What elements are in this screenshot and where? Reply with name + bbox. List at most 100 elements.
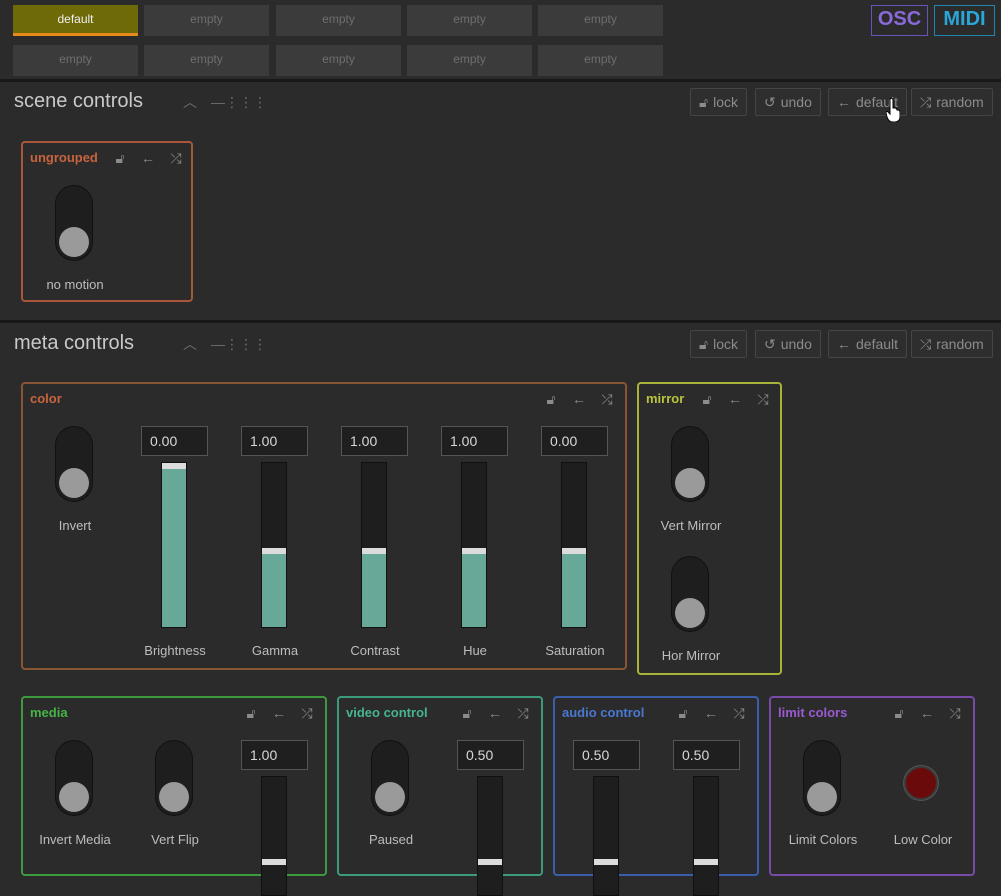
- scene-undo-button[interactable]: ↺ undo: [755, 88, 821, 116]
- lock-icon[interactable]: 🔓︎: [237, 702, 265, 724]
- scene-random-button[interactable]: ⤮ random: [911, 88, 993, 116]
- color-title: color: [30, 391, 62, 406]
- paused-toggle[interactable]: [371, 740, 409, 816]
- brightness-input[interactable]: 0.00: [141, 426, 208, 456]
- ungrouped-icons: 🔓︎ ← ⤮: [106, 147, 190, 169]
- gamma-input[interactable]: 1.00: [241, 426, 308, 456]
- grid-icon[interactable]: ⋮⋮⋮: [225, 89, 267, 115]
- scene-lock-label: lock: [713, 94, 738, 110]
- arrow-left-icon[interactable]: ←: [913, 702, 941, 724]
- media-title: media: [30, 705, 68, 720]
- vert-mirror-toggle[interactable]: [671, 426, 709, 502]
- lock-icon: 🔓︎: [699, 335, 709, 352]
- shuffle-icon[interactable]: ⤮: [725, 702, 753, 724]
- shuffle-icon[interactable]: ⤮: [509, 702, 537, 724]
- hor-mirror-toggle[interactable]: [671, 556, 709, 632]
- preset-slot-1[interactable]: default: [13, 5, 138, 36]
- preset-slot-5[interactable]: empty: [538, 5, 663, 36]
- audio-control-title: audio control: [562, 705, 645, 720]
- arrow-left-icon: ←: [837, 94, 851, 110]
- vert-flip-toggle[interactable]: [155, 740, 193, 816]
- lock-icon[interactable]: 🔓︎: [537, 388, 565, 410]
- limit-colors-toggle[interactable]: [803, 740, 841, 816]
- invert-toggle[interactable]: [55, 426, 93, 502]
- meta-random-button[interactable]: ⤮ random: [911, 330, 993, 358]
- no-motion-label: no motion: [46, 277, 104, 292]
- lock-icon[interactable]: 🔓︎: [453, 702, 481, 724]
- contrast-slider[interactable]: [361, 462, 387, 628]
- brightness-slider[interactable]: [161, 462, 187, 628]
- preset-slot-6[interactable]: empty: [13, 45, 138, 76]
- video-control-title: video control: [346, 705, 428, 720]
- low-color-swatch[interactable]: [904, 766, 938, 800]
- invert-label: Invert: [58, 518, 92, 533]
- meta-default-button[interactable]: ← default: [828, 330, 908, 358]
- video-value-input[interactable]: 0.50: [457, 740, 524, 770]
- arrow-left-icon[interactable]: ←: [697, 702, 725, 724]
- scene-header-icons: ︿ — ⋮⋮⋮: [176, 89, 267, 115]
- limit-colors-title: limit colors: [778, 705, 848, 720]
- preset-slot-3[interactable]: empty: [276, 5, 401, 36]
- media-value-input[interactable]: 1.00: [241, 740, 308, 770]
- meta-undo-label: undo: [780, 336, 812, 352]
- arrow-left-icon[interactable]: ←: [265, 702, 293, 724]
- limit-group-icons: 🔓︎ ← ⤮: [885, 702, 969, 724]
- shuffle-icon: ⤮: [920, 335, 932, 352]
- lock-icon[interactable]: 🔓︎: [669, 702, 697, 724]
- hue-input[interactable]: 1.00: [441, 426, 508, 456]
- media-slider[interactable]: [261, 776, 287, 896]
- meta-undo-button[interactable]: ↺ undo: [755, 330, 821, 358]
- preset-slot-7[interactable]: empty: [144, 45, 269, 76]
- lock-icon: 🔓︎: [699, 93, 709, 110]
- no-motion-toggle[interactable]: [55, 185, 93, 261]
- arrow-left-icon[interactable]: ←: [721, 388, 749, 410]
- preset-slot-8[interactable]: empty: [276, 45, 401, 76]
- audio-group-icons: 🔓︎ ← ⤮: [669, 702, 753, 724]
- lock-icon[interactable]: 🔓︎: [106, 147, 134, 169]
- shuffle-icon[interactable]: ⤮: [749, 388, 777, 410]
- lock-icon[interactable]: 🔓︎: [693, 388, 721, 410]
- osc-button[interactable]: OSC: [871, 5, 928, 36]
- shuffle-icon[interactable]: ⤮: [162, 147, 190, 169]
- paused-label: Paused: [368, 832, 414, 847]
- arrow-left-icon: ←: [837, 336, 851, 352]
- midi-button[interactable]: MIDI: [934, 5, 995, 36]
- limit-colors-group: limit colors 🔓︎ ← ⤮ Limit Colors Low Col…: [769, 696, 975, 876]
- preset-slot-10[interactable]: empty: [538, 45, 663, 76]
- scene-undo-label: undo: [780, 94, 812, 110]
- chevron-up-icon[interactable]: ︿: [176, 331, 204, 357]
- lock-icon[interactable]: 🔓︎: [885, 702, 913, 724]
- audio-value-input-1[interactable]: 0.50: [573, 740, 640, 770]
- contrast-input[interactable]: 1.00: [341, 426, 408, 456]
- gamma-slider[interactable]: [261, 462, 287, 628]
- audio-control-group: audio control 🔓︎ ← ⤮ 0.50 0.50: [553, 696, 759, 896]
- audio-slider-2[interactable]: [693, 776, 719, 896]
- saturation-slider[interactable]: [561, 462, 587, 628]
- scene-lock-button[interactable]: 🔓︎ lock: [690, 88, 747, 116]
- preset-slot-9[interactable]: empty: [407, 45, 532, 76]
- vert-flip-label: Vert Flip: [151, 832, 199, 847]
- arrow-left-icon[interactable]: ←: [481, 702, 509, 724]
- audio-value-input-2[interactable]: 0.50: [673, 740, 740, 770]
- grid-icon[interactable]: ⋮⋮⋮: [225, 331, 267, 357]
- arrow-left-icon[interactable]: ←: [565, 388, 593, 410]
- chevron-up-icon[interactable]: ︿: [176, 89, 204, 115]
- invert-media-toggle[interactable]: [55, 740, 93, 816]
- audio-slider-1[interactable]: [593, 776, 619, 896]
- saturation-input[interactable]: 0.00: [541, 426, 608, 456]
- shuffle-icon: ⤮: [920, 93, 932, 110]
- shuffle-icon[interactable]: ⤮: [941, 702, 969, 724]
- preset-slot-4[interactable]: empty: [407, 5, 532, 36]
- hue-label: Hue: [463, 643, 487, 658]
- meta-lock-button[interactable]: 🔓︎ lock: [690, 330, 747, 358]
- arrow-left-icon[interactable]: ←: [134, 147, 162, 169]
- preset-slot-2[interactable]: empty: [144, 5, 269, 36]
- hue-slider[interactable]: [461, 462, 487, 628]
- shuffle-icon[interactable]: ⤮: [293, 702, 321, 724]
- invert-media-label: Invert Media: [39, 832, 111, 847]
- ungrouped-title: ungrouped: [30, 150, 98, 165]
- meta-controls-title: meta controls: [14, 332, 135, 354]
- video-slider[interactable]: [477, 776, 503, 896]
- scene-controls-title: scene controls: [14, 90, 143, 112]
- shuffle-icon[interactable]: ⤮: [593, 388, 621, 410]
